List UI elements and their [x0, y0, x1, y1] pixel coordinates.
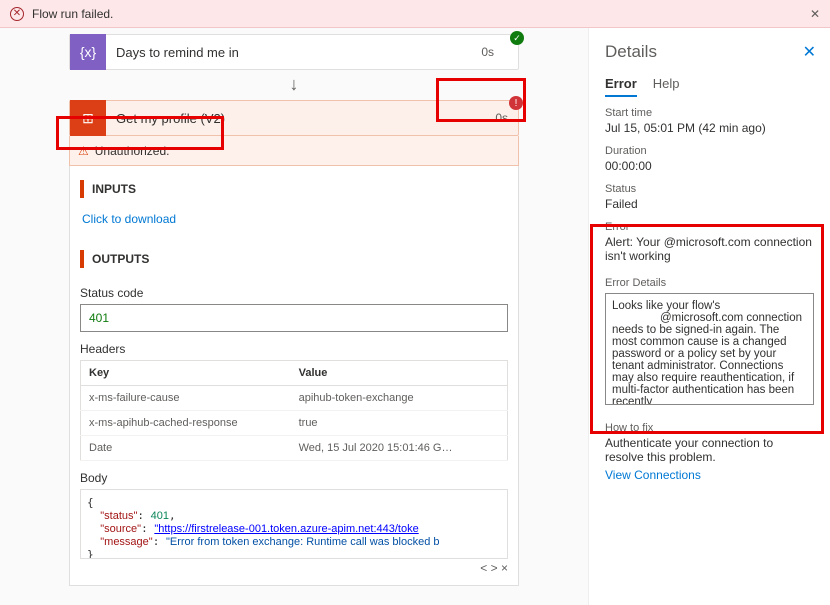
- view-connections-link[interactable]: View Connections: [605, 468, 701, 482]
- status-value: Failed: [605, 197, 814, 211]
- headers-label: Headers: [80, 342, 508, 356]
- step-title: Days to remind me in: [106, 45, 471, 60]
- flow-canvas: {x} Days to remind me in 0s ✓ ↓ ⊞ Get my…: [0, 28, 588, 605]
- body-nav-controls[interactable]: < > ×: [80, 559, 508, 575]
- alert-dismiss-button[interactable]: ✕: [810, 7, 820, 21]
- details-panel: Details ✕ Error Help Start time Jul 15, …: [588, 28, 830, 605]
- outputs-heading: OUTPUTS: [80, 242, 508, 276]
- unauthorized-text: Unauthorized.: [95, 144, 170, 158]
- step-days-to-remind[interactable]: {x} Days to remind me in 0s ✓: [69, 34, 519, 70]
- tab-help[interactable]: Help: [653, 76, 680, 97]
- step-duration: 0s: [471, 45, 504, 59]
- inputs-heading: INPUTS: [80, 172, 508, 206]
- inputs-download-link[interactable]: Click to download: [80, 206, 508, 236]
- details-title: Details: [605, 42, 814, 62]
- error-label: Error: [605, 221, 814, 233]
- start-time-label: Start time: [605, 107, 814, 119]
- error-value: Alert: Your @microsoft.com connection is…: [605, 235, 814, 263]
- step-title: Get my profile (V2): [106, 111, 485, 126]
- step-duration: 0s: [485, 111, 518, 125]
- how-to-fix-value: Authenticate your connection to resolve …: [605, 436, 814, 464]
- details-tabs: Error Help: [605, 76, 814, 97]
- error-details-label: Error Details: [605, 277, 814, 289]
- warning-triangle-icon: ⚠: [78, 144, 89, 158]
- alert-bar: ✕ Flow run failed. ✕: [0, 0, 830, 28]
- status-label: Status: [605, 183, 814, 195]
- headers-table: KeyValue x-ms-failure-causeapihub-token-…: [80, 360, 508, 461]
- table-row: x-ms-apihub-cached-responsetrue: [81, 411, 508, 436]
- status-code-label: Status code: [80, 286, 508, 300]
- step-get-my-profile[interactable]: ⊞ Get my profile (V2) 0s ! ⚠ Unauthorize…: [69, 100, 519, 586]
- close-details-button[interactable]: ✕: [803, 42, 816, 62]
- duration-label: Duration: [605, 145, 814, 157]
- body-label: Body: [80, 471, 508, 485]
- error-details-box[interactable]: [605, 293, 814, 405]
- table-row: x-ms-failure-causeapihub-token-exchange: [81, 386, 508, 411]
- office-icon: ⊞: [70, 100, 106, 136]
- variable-icon: {x}: [70, 34, 106, 70]
- how-to-fix-label: How to fix: [605, 422, 814, 434]
- unauthorized-bar: ⚠ Unauthorized.: [69, 136, 519, 166]
- tab-error[interactable]: Error: [605, 76, 637, 97]
- success-badge-icon: ✓: [510, 31, 524, 45]
- body-json-viewer[interactable]: { "status": 401, "source": "https://firs…: [80, 489, 508, 559]
- error-circle-icon: ✕: [10, 7, 24, 21]
- duration-value: 00:00:00: [605, 159, 814, 173]
- start-time-value: Jul 15, 05:01 PM (42 min ago): [605, 121, 814, 135]
- header-col-value: Value: [291, 361, 508, 386]
- status-code-field[interactable]: [80, 304, 508, 332]
- table-row: DateWed, 15 Jul 2020 15:01:46 G…: [81, 436, 508, 461]
- header-col-key: Key: [81, 361, 291, 386]
- error-badge-icon: !: [509, 96, 523, 110]
- flow-arrow-icon: ↓: [10, 74, 578, 94]
- alert-text: Flow run failed.: [32, 7, 113, 21]
